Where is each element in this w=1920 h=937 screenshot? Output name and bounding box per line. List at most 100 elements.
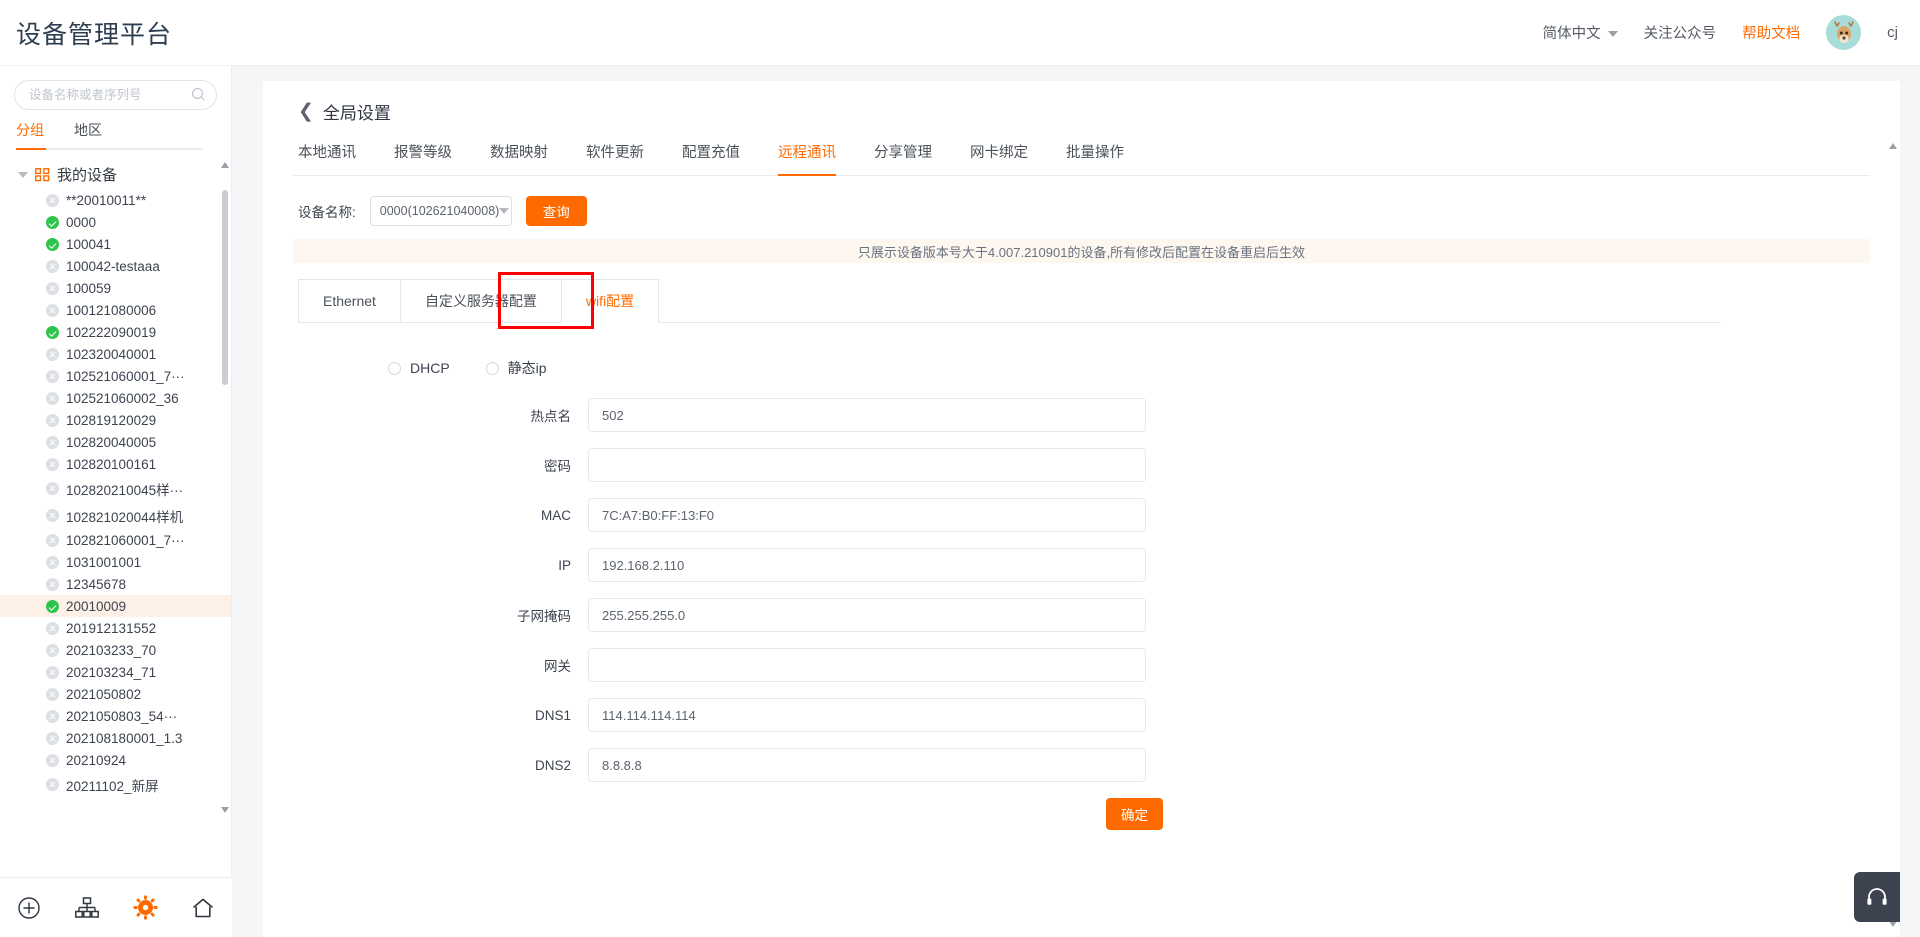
settings-button[interactable] (116, 878, 174, 937)
device-tree-item-label: 202103233_70 (66, 642, 157, 658)
input-DNS2[interactable] (588, 748, 1146, 782)
form-label: 子网掩码 (517, 609, 571, 624)
tab-6[interactable]: 远程通讯 (778, 141, 836, 176)
device-tree-item[interactable]: 201912131552 (0, 617, 231, 639)
radio-static-ip[interactable]: 静态ip (485, 358, 547, 378)
org-tree-icon (75, 896, 99, 918)
device-tree-item[interactable]: 1031001001 (0, 551, 231, 573)
status-offline-icon (46, 555, 59, 569)
device-tree-item[interactable]: **20010011** (0, 189, 231, 211)
search-icon[interactable] (192, 88, 206, 102)
input-热点名[interactable] (588, 398, 1146, 432)
tab-5[interactable]: 配置充值 (682, 141, 740, 175)
device-name-label: 设备名称: (298, 205, 356, 220)
follow-official-account-link[interactable]: 关注公众号 (1644, 22, 1717, 43)
tree-root-label: 我的设备 (57, 167, 118, 184)
input-DNS1[interactable] (588, 698, 1146, 732)
device-tree-item[interactable]: 102821020044样机 (0, 502, 231, 529)
device-select[interactable]: 0000(102621040008) (369, 196, 512, 226)
search-input[interactable] (27, 87, 192, 103)
device-tree-item[interactable]: 102819120029 (0, 409, 231, 431)
scroll-up-arrow-icon[interactable] (221, 162, 229, 168)
tab-1[interactable]: 本地通讯 (298, 141, 356, 175)
tab-3[interactable]: 数据映射 (490, 141, 548, 175)
avatar[interactable] (1826, 15, 1862, 50)
chevron-left-icon[interactable]: ❮ (298, 102, 314, 121)
device-tree-item[interactable]: 202108180001_1.3 (0, 727, 231, 749)
device-tree-item-label: 102819120029 (66, 412, 157, 428)
device-tree-item[interactable]: 102320040001 (0, 343, 231, 365)
scroll-down-arrow-icon[interactable] (221, 807, 229, 813)
floating-support-widget[interactable] (1854, 872, 1900, 922)
org-tree-button[interactable] (58, 878, 116, 937)
status-offline-icon (46, 303, 59, 317)
subtab-ethernet[interactable]: Ethernet (298, 279, 401, 323)
device-tree-item[interactable]: 102521060001_7··· (0, 365, 231, 387)
status-online-icon (46, 237, 59, 251)
home-icon (193, 898, 213, 917)
form-row: IP (293, 548, 1870, 582)
device-tree-item[interactable]: 12345678 (0, 573, 231, 595)
status-offline-icon (46, 753, 59, 767)
subtab-custom-server[interactable]: 自定义服务器配置 (399, 279, 562, 323)
device-tree-item[interactable]: 102521060002_36 (0, 387, 231, 409)
device-tree-item[interactable]: 20010009 (0, 595, 231, 617)
device-tree-item-label: 102821060001_7··· (66, 532, 185, 548)
radio-dhcp[interactable]: DHCP (388, 360, 450, 376)
input-MAC[interactable] (588, 498, 1146, 532)
radio-circle-icon[interactable] (388, 361, 401, 375)
input-子网掩码[interactable] (588, 598, 1146, 632)
add-device-button[interactable] (0, 878, 58, 937)
sidebar-scrollbar-thumb[interactable] (222, 190, 228, 385)
status-offline-icon (46, 533, 59, 547)
device-tree-item[interactable]: 100041 (0, 233, 231, 255)
tab-9[interactable]: 批量操作 (1066, 141, 1124, 175)
caret-down-icon[interactable] (18, 171, 28, 178)
input-网关[interactable] (588, 648, 1146, 682)
form-label: MAC (541, 507, 571, 523)
tab-4[interactable]: 软件更新 (586, 141, 644, 175)
device-tree-item[interactable]: 202103234_71 (0, 661, 231, 683)
subtab-wifi[interactable]: wifi配置 (560, 279, 660, 323)
search-box[interactable] (14, 80, 217, 110)
device-tree-item[interactable]: 102821060001_7··· (0, 529, 231, 551)
device-tree-item[interactable]: 20211102_新屏 (0, 771, 231, 798)
username-label: cj (1887, 24, 1898, 41)
sidebar-tab-group[interactable]: 分组 (16, 120, 44, 150)
device-tree-item[interactable]: 2021050803_54··· (0, 705, 231, 727)
device-tree-item[interactable]: 102820040005 (0, 431, 231, 453)
device-tree-item-label: 201912131552 (66, 620, 157, 636)
device-tree-item[interactable]: 202103233_70 (0, 639, 231, 661)
device-tree-item[interactable]: 20210924 (0, 749, 231, 771)
sidebar-footer (0, 877, 232, 937)
device-tree-item[interactable]: 102820100161 (0, 453, 231, 475)
language-selector[interactable]: 简体中文 (1543, 22, 1618, 43)
input-IP[interactable] (588, 548, 1146, 582)
card-scrollbar-right[interactable] (1889, 143, 1897, 927)
query-button[interactable]: 查询 (525, 196, 587, 226)
device-tree-item-label: 100121080006 (66, 302, 157, 318)
status-offline-icon (46, 687, 59, 701)
scroll-up-arrow-icon[interactable] (1889, 143, 1897, 149)
tab-7[interactable]: 分享管理 (874, 141, 932, 175)
tab-2[interactable]: 报警等级 (394, 141, 452, 175)
language-label: 简体中文 (1542, 26, 1601, 42)
confirm-button[interactable]: 确定 (1106, 798, 1163, 830)
input-密码[interactable] (588, 448, 1146, 482)
chevron-down-icon (1607, 30, 1618, 37)
radio-circle-icon[interactable] (485, 361, 499, 375)
device-tree-item-label: 20210924 (66, 752, 127, 768)
tree-root-my-devices[interactable]: 我的设备 (0, 160, 231, 189)
device-tree-item[interactable]: 102222090019 (0, 321, 231, 343)
tab-8[interactable]: 网卡绑定 (970, 141, 1028, 175)
sidebar-scrollbar[interactable] (221, 160, 229, 815)
device-tree-item[interactable]: 2021050802 (0, 683, 231, 705)
device-tree-item[interactable]: 0000 (0, 211, 231, 233)
help-doc-link[interactable]: 帮助文档 (1742, 22, 1800, 43)
device-tree-item[interactable]: 100121080006 (0, 299, 231, 321)
device-tree-item[interactable]: 102820210045样··· (0, 475, 231, 502)
device-tree-item[interactable]: 100059 (0, 277, 231, 299)
device-tree-item[interactable]: 100042-testaaa (0, 255, 231, 277)
home-button[interactable] (174, 878, 232, 937)
sidebar-tab-region[interactable]: 地区 (74, 120, 102, 150)
